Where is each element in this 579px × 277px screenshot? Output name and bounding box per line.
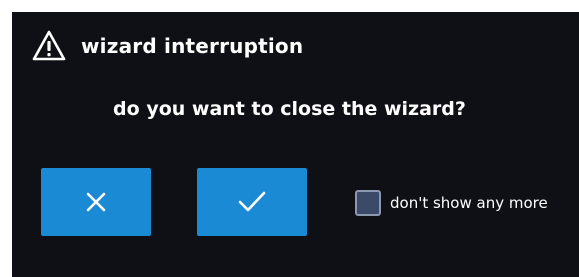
wizard-interruption-dialog: wizard interruption do you want to close… (12, 12, 579, 277)
confirm-button[interactable] (197, 168, 307, 236)
checkmark-icon (237, 190, 267, 214)
dont-show-again-option: don't show any more (355, 190, 548, 216)
dont-show-again-checkbox[interactable] (355, 190, 381, 216)
dont-show-again-label[interactable]: don't show any more (390, 194, 548, 212)
close-icon (85, 191, 107, 213)
dialog-title-bar: wizard interruption (32, 28, 303, 64)
dialog-title: wizard interruption (81, 34, 304, 58)
cancel-button[interactable] (41, 168, 151, 236)
warning-triangle-icon (32, 30, 66, 62)
dialog-message: do you want to close the wizard? (113, 98, 466, 120)
